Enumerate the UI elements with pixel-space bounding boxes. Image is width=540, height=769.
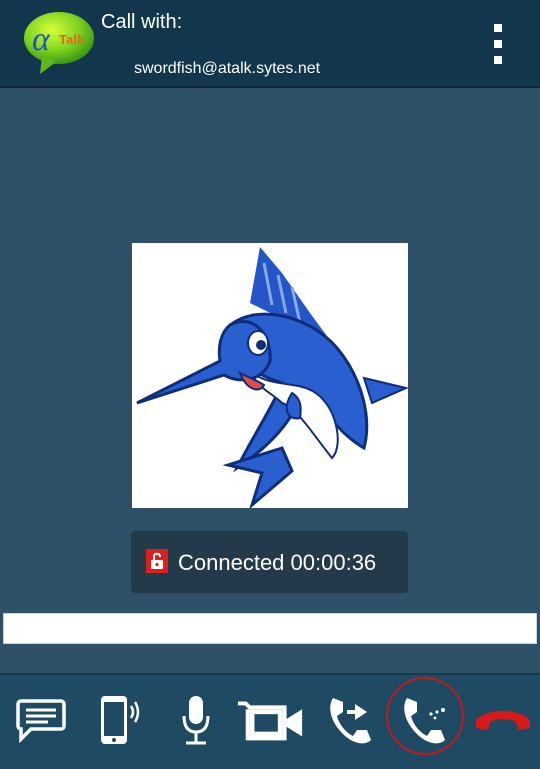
hangup-button[interactable] — [468, 675, 538, 765]
phone-vibrate-icon — [101, 696, 140, 744]
logo-text: Talk — [59, 32, 85, 47]
phone-vibrate-button[interactable] — [85, 675, 155, 765]
call-status-badge: Connected 00:00:36 — [131, 531, 408, 593]
contact-avatar — [132, 243, 410, 510]
dialpad-button[interactable] — [386, 675, 464, 765]
atalk-logo-icon: α Talk — [20, 10, 98, 76]
call-status-text: Connected 00:00:36 — [178, 550, 377, 575]
video-button[interactable] — [236, 675, 306, 765]
active-indicator — [386, 677, 464, 755]
unlocked-lock-icon — [146, 549, 168, 573]
hangup-icon — [476, 711, 530, 730]
svg-text:α: α — [32, 21, 51, 58]
call-header: α Talk Call with: swordfish@atalk.sytes.… — [0, 0, 540, 88]
contact-address: swordfish@atalk.sytes.net — [134, 60, 321, 77]
chat-bubble-icon — [16, 699, 66, 743]
overflow-menu-icon[interactable] — [485, 24, 511, 64]
call-toolbar — [0, 673, 540, 769]
call-transfer-button[interactable] — [314, 675, 384, 765]
call-transfer-icon — [330, 698, 371, 744]
video-camera-icon — [237, 701, 303, 741]
page-title: Call with: — [101, 11, 183, 33]
message-input[interactable] — [3, 613, 537, 644]
microphone-button[interactable] — [161, 675, 231, 765]
microphone-icon — [182, 696, 210, 745]
chat-button[interactable] — [6, 675, 76, 765]
